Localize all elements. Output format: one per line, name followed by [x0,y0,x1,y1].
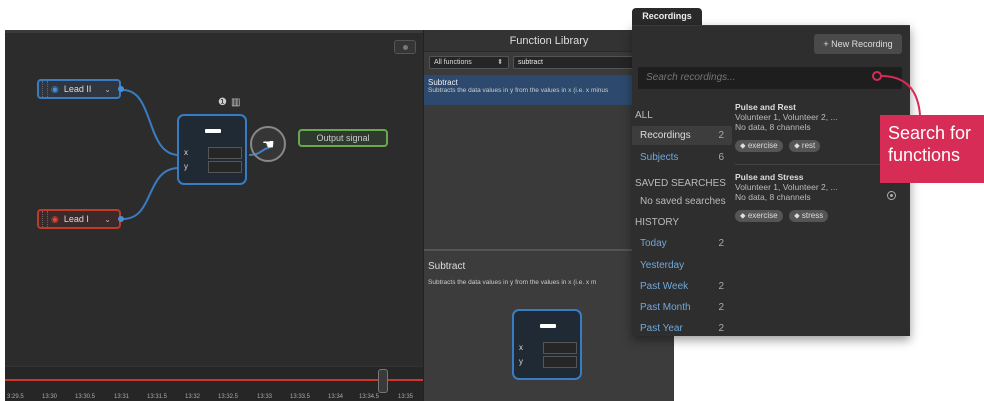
callout-connector [872,71,921,116]
callout-line-2: functions [888,145,961,165]
callout-line-1: Search for [888,123,972,143]
screenshot-stage: ◉ Lead II ⌄ ◉ Lead I ⌄ ❶▥ x y ☚ Output s… [0,0,984,401]
search-functions-callout: Search for functions [880,115,984,183]
